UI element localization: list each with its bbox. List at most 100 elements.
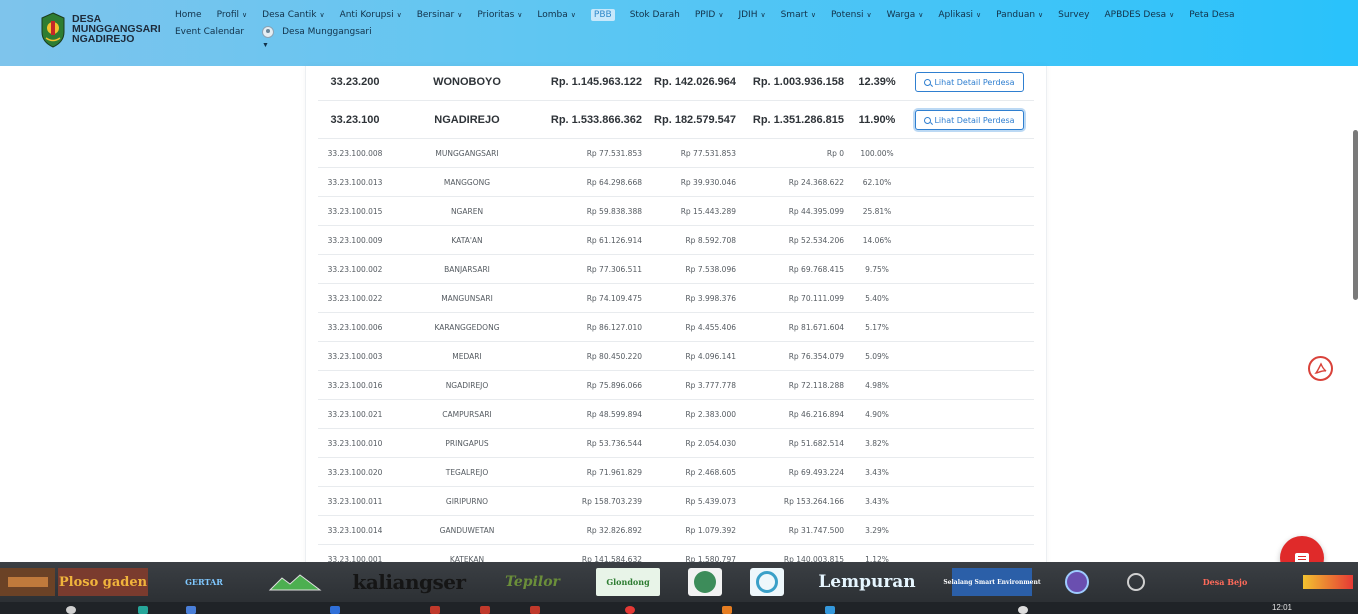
taskbar-app-icon[interactable] bbox=[138, 606, 148, 614]
banner-logo-label: Desa Bejo bbox=[1202, 577, 1248, 587]
taskbar-app-icon[interactable] bbox=[722, 606, 732, 614]
nav-item-ppid[interactable]: PPID ∨ bbox=[695, 9, 724, 21]
nav-item-home[interactable]: Home bbox=[175, 9, 202, 21]
lihat-detail-perdesa-button[interactable]: Lihat Detail Perdesa bbox=[915, 110, 1024, 130]
banner-logo[interactable] bbox=[1122, 568, 1150, 596]
cell-pagu: Rp 158.703.239 bbox=[581, 496, 642, 506]
nav-item-survey[interactable]: Survey bbox=[1058, 9, 1089, 21]
user-chevron-down-icon[interactable]: ▼ bbox=[262, 42, 269, 49]
desa-row: 33.23.100.010 PRINGAPUS Rp 53.736.544 Rp 2.… bbox=[318, 429, 1034, 458]
nav-item-desa-cantik[interactable]: Desa Cantik ∨ bbox=[262, 9, 324, 21]
nav-item-lomba[interactable]: Lomba ∨ bbox=[537, 9, 575, 21]
nav-item-profil[interactable]: Profil ∨ bbox=[217, 9, 248, 21]
kecamatan-row: 33.23.100 NGADIREJO Rp. 1.533.866.362 Rp. 1… bbox=[318, 101, 1034, 139]
brand-line-3: NGADIREJO bbox=[72, 33, 135, 45]
taskbar-app-icon[interactable] bbox=[66, 606, 76, 614]
cell-nama: NGADIREJO bbox=[445, 380, 489, 390]
cell-persen: 4.90% bbox=[865, 409, 889, 419]
cell-realisasi: Rp 2.383.000 bbox=[685, 409, 736, 419]
nav-item-stok-darah[interactable]: Stok Darah bbox=[630, 9, 680, 21]
banner-logo[interactable] bbox=[0, 568, 55, 596]
desa-row: 33.23.100.002 BANJARSARI Rp 77.306.511 Rp 7… bbox=[318, 255, 1034, 284]
banner-logo[interactable]: GERTAR bbox=[176, 568, 232, 596]
nav-item-smart[interactable]: Smart ∨ bbox=[781, 9, 816, 21]
cell-kode: 33.23.100.006 bbox=[327, 322, 383, 332]
nav-item-panduan[interactable]: Panduan ∨ bbox=[996, 9, 1043, 21]
banner-logo[interactable]: Selalang Smart Environment bbox=[943, 568, 1041, 596]
banner-logo-label: Glondong bbox=[606, 577, 650, 587]
nav-item-potensi[interactable]: Potensi ∨ bbox=[831, 9, 872, 21]
taskbar-app-icon[interactable] bbox=[1018, 606, 1028, 614]
nav-item-label: Panduan bbox=[996, 10, 1036, 20]
desa-row: 33.23.100.008 MUNGGANGSARI Rp 77.531.853 Rp… bbox=[318, 139, 1034, 168]
banner-logo[interactable]: Tepilor bbox=[495, 568, 570, 596]
banner-logo[interactable]: kaliangser bbox=[350, 568, 468, 596]
banner-logo[interactable]: Ploso gaden bbox=[58, 568, 148, 596]
taskbar-app-icon[interactable] bbox=[530, 606, 540, 614]
cell-kode: 33.23.100.003 bbox=[327, 351, 383, 361]
taskbar-app-icon[interactable] bbox=[825, 606, 835, 614]
cell-sisa: Rp. 1.003.936.158 bbox=[752, 75, 844, 88]
nav-item-anti-korupsi[interactable]: Anti Korupsi ∨ bbox=[340, 9, 402, 21]
nav-item-warga[interactable]: Warga ∨ bbox=[887, 9, 924, 21]
cell-pagu: Rp 86.127.010 bbox=[586, 322, 642, 332]
cell-realisasi: Rp 2.468.605 bbox=[685, 467, 736, 477]
banner-logo[interactable] bbox=[688, 568, 722, 596]
desa-row: 33.23.100.014 GANDUWETAN Rp 32.826.892 Rp 1… bbox=[318, 516, 1034, 545]
cell-kode: 33.23.100.013 bbox=[327, 177, 383, 187]
nav-item-event-calendar[interactable]: Event Calendar bbox=[175, 26, 244, 38]
cell-pagu: Rp 59.838.388 bbox=[586, 206, 642, 216]
taskbar-app-icon[interactable] bbox=[625, 606, 635, 614]
banner-logo[interactable] bbox=[750, 568, 784, 596]
cell-pagu: Rp 71.961.829 bbox=[586, 467, 642, 477]
cell-pagu: Rp 64.298.668 bbox=[586, 177, 642, 187]
pdf-icon[interactable] bbox=[1308, 356, 1333, 381]
cell-realisasi: Rp 3.998.376 bbox=[685, 293, 736, 303]
page-scrollbar[interactable] bbox=[1353, 130, 1358, 300]
nav-item-aplikasi[interactable]: Aplikasi ∨ bbox=[938, 9, 981, 21]
nav-item-peta-desa[interactable]: Peta Desa bbox=[1189, 9, 1234, 21]
lihat-detail-perdesa-button[interactable]: Lihat Detail Perdesa bbox=[915, 72, 1024, 92]
nav-item-label: Stok Darah bbox=[629, 10, 680, 20]
banner-logo[interactable] bbox=[268, 568, 322, 596]
cell-realisasi: Rp 8.592.708 bbox=[685, 235, 736, 245]
nav-user-menu[interactable]: Desa Munggangsari bbox=[262, 26, 372, 38]
nav-item-bersinar[interactable]: Bersinar ∨ bbox=[417, 9, 463, 21]
taskbar-app-icon[interactable] bbox=[186, 606, 196, 614]
chevron-down-icon: ∨ bbox=[760, 11, 766, 19]
cell-pagu: Rp 53.736.544 bbox=[586, 438, 642, 448]
nav-item-label: APBDES Desa bbox=[1104, 10, 1167, 20]
nav-item-label: Bersinar bbox=[416, 10, 455, 20]
cell-pagu: Rp 75.896.066 bbox=[586, 380, 642, 390]
site-brand[interactable]: DESA MUNGGANGSARI NGADIREJO bbox=[72, 14, 161, 45]
banner-logo[interactable] bbox=[1060, 568, 1094, 596]
cell-nama: KATA'AN bbox=[451, 235, 483, 245]
chevron-down-icon: ∨ bbox=[457, 11, 463, 19]
desa-row: 33.23.100.015 NGAREN Rp 59.838.388 Rp 15.44… bbox=[318, 197, 1034, 226]
cell-nama: KARANGGEDONG bbox=[434, 322, 500, 332]
taskbar-app-icon[interactable] bbox=[480, 606, 490, 614]
cell-pagu: Rp 32.826.892 bbox=[586, 525, 642, 535]
banner-logo[interactable] bbox=[1300, 568, 1356, 596]
os-taskbar: 12:01 bbox=[0, 602, 1358, 614]
nav-item-pbb[interactable]: PBB bbox=[590, 9, 615, 21]
banner-logo[interactable]: Glondong bbox=[596, 568, 660, 596]
taskbar-app-icon[interactable] bbox=[330, 606, 340, 614]
nav-item-jdih[interactable]: JDIH ∨ bbox=[738, 9, 765, 21]
nav-item-label: Peta Desa bbox=[1189, 10, 1235, 20]
nav-item-prioritas[interactable]: Prioritas ∨ bbox=[477, 9, 522, 21]
cell-realisasi: Rp 1.079.392 bbox=[685, 525, 736, 535]
taskbar-app-icon[interactable] bbox=[430, 606, 440, 614]
nav-item-apbdes-desa[interactable]: APBDES Desa ∨ bbox=[1104, 9, 1174, 21]
regency-emblem-icon[interactable] bbox=[40, 12, 66, 48]
cell-pagu: Rp 77.531.853 bbox=[586, 148, 642, 158]
cell-sisa: Rp 52.534.206 bbox=[788, 235, 844, 245]
cell-realisasi: Rp 4.455.406 bbox=[685, 322, 736, 332]
nav-item-label: Home bbox=[175, 10, 202, 20]
cell-kode: 33.23.200 bbox=[330, 75, 380, 88]
banner-logo-label: Tepilor bbox=[505, 574, 560, 590]
banner-logo[interactable]: Desa Bejo bbox=[1190, 568, 1260, 596]
banner-logo[interactable]: Lempuran bbox=[810, 568, 924, 596]
nav-item-label: Aplikasi bbox=[938, 10, 974, 20]
nav-item-label: Lomba bbox=[537, 10, 568, 20]
